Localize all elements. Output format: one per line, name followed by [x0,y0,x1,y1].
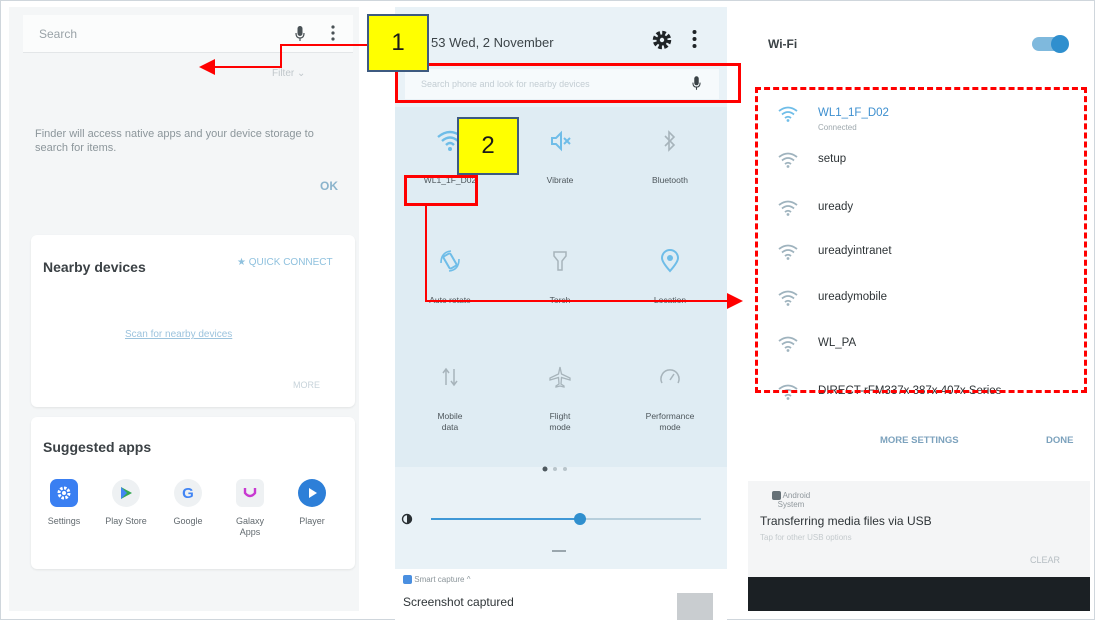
step-1-badge: 1 [367,14,429,72]
step-2-badge: 2 [457,117,519,175]
annotation-arrows [199,44,743,309]
arrow-step-2 [425,206,743,309]
tutorial-canvas: Search Filter ⌄ Finder will access nativ… [0,0,1095,620]
arrow-step-1 [199,44,367,75]
